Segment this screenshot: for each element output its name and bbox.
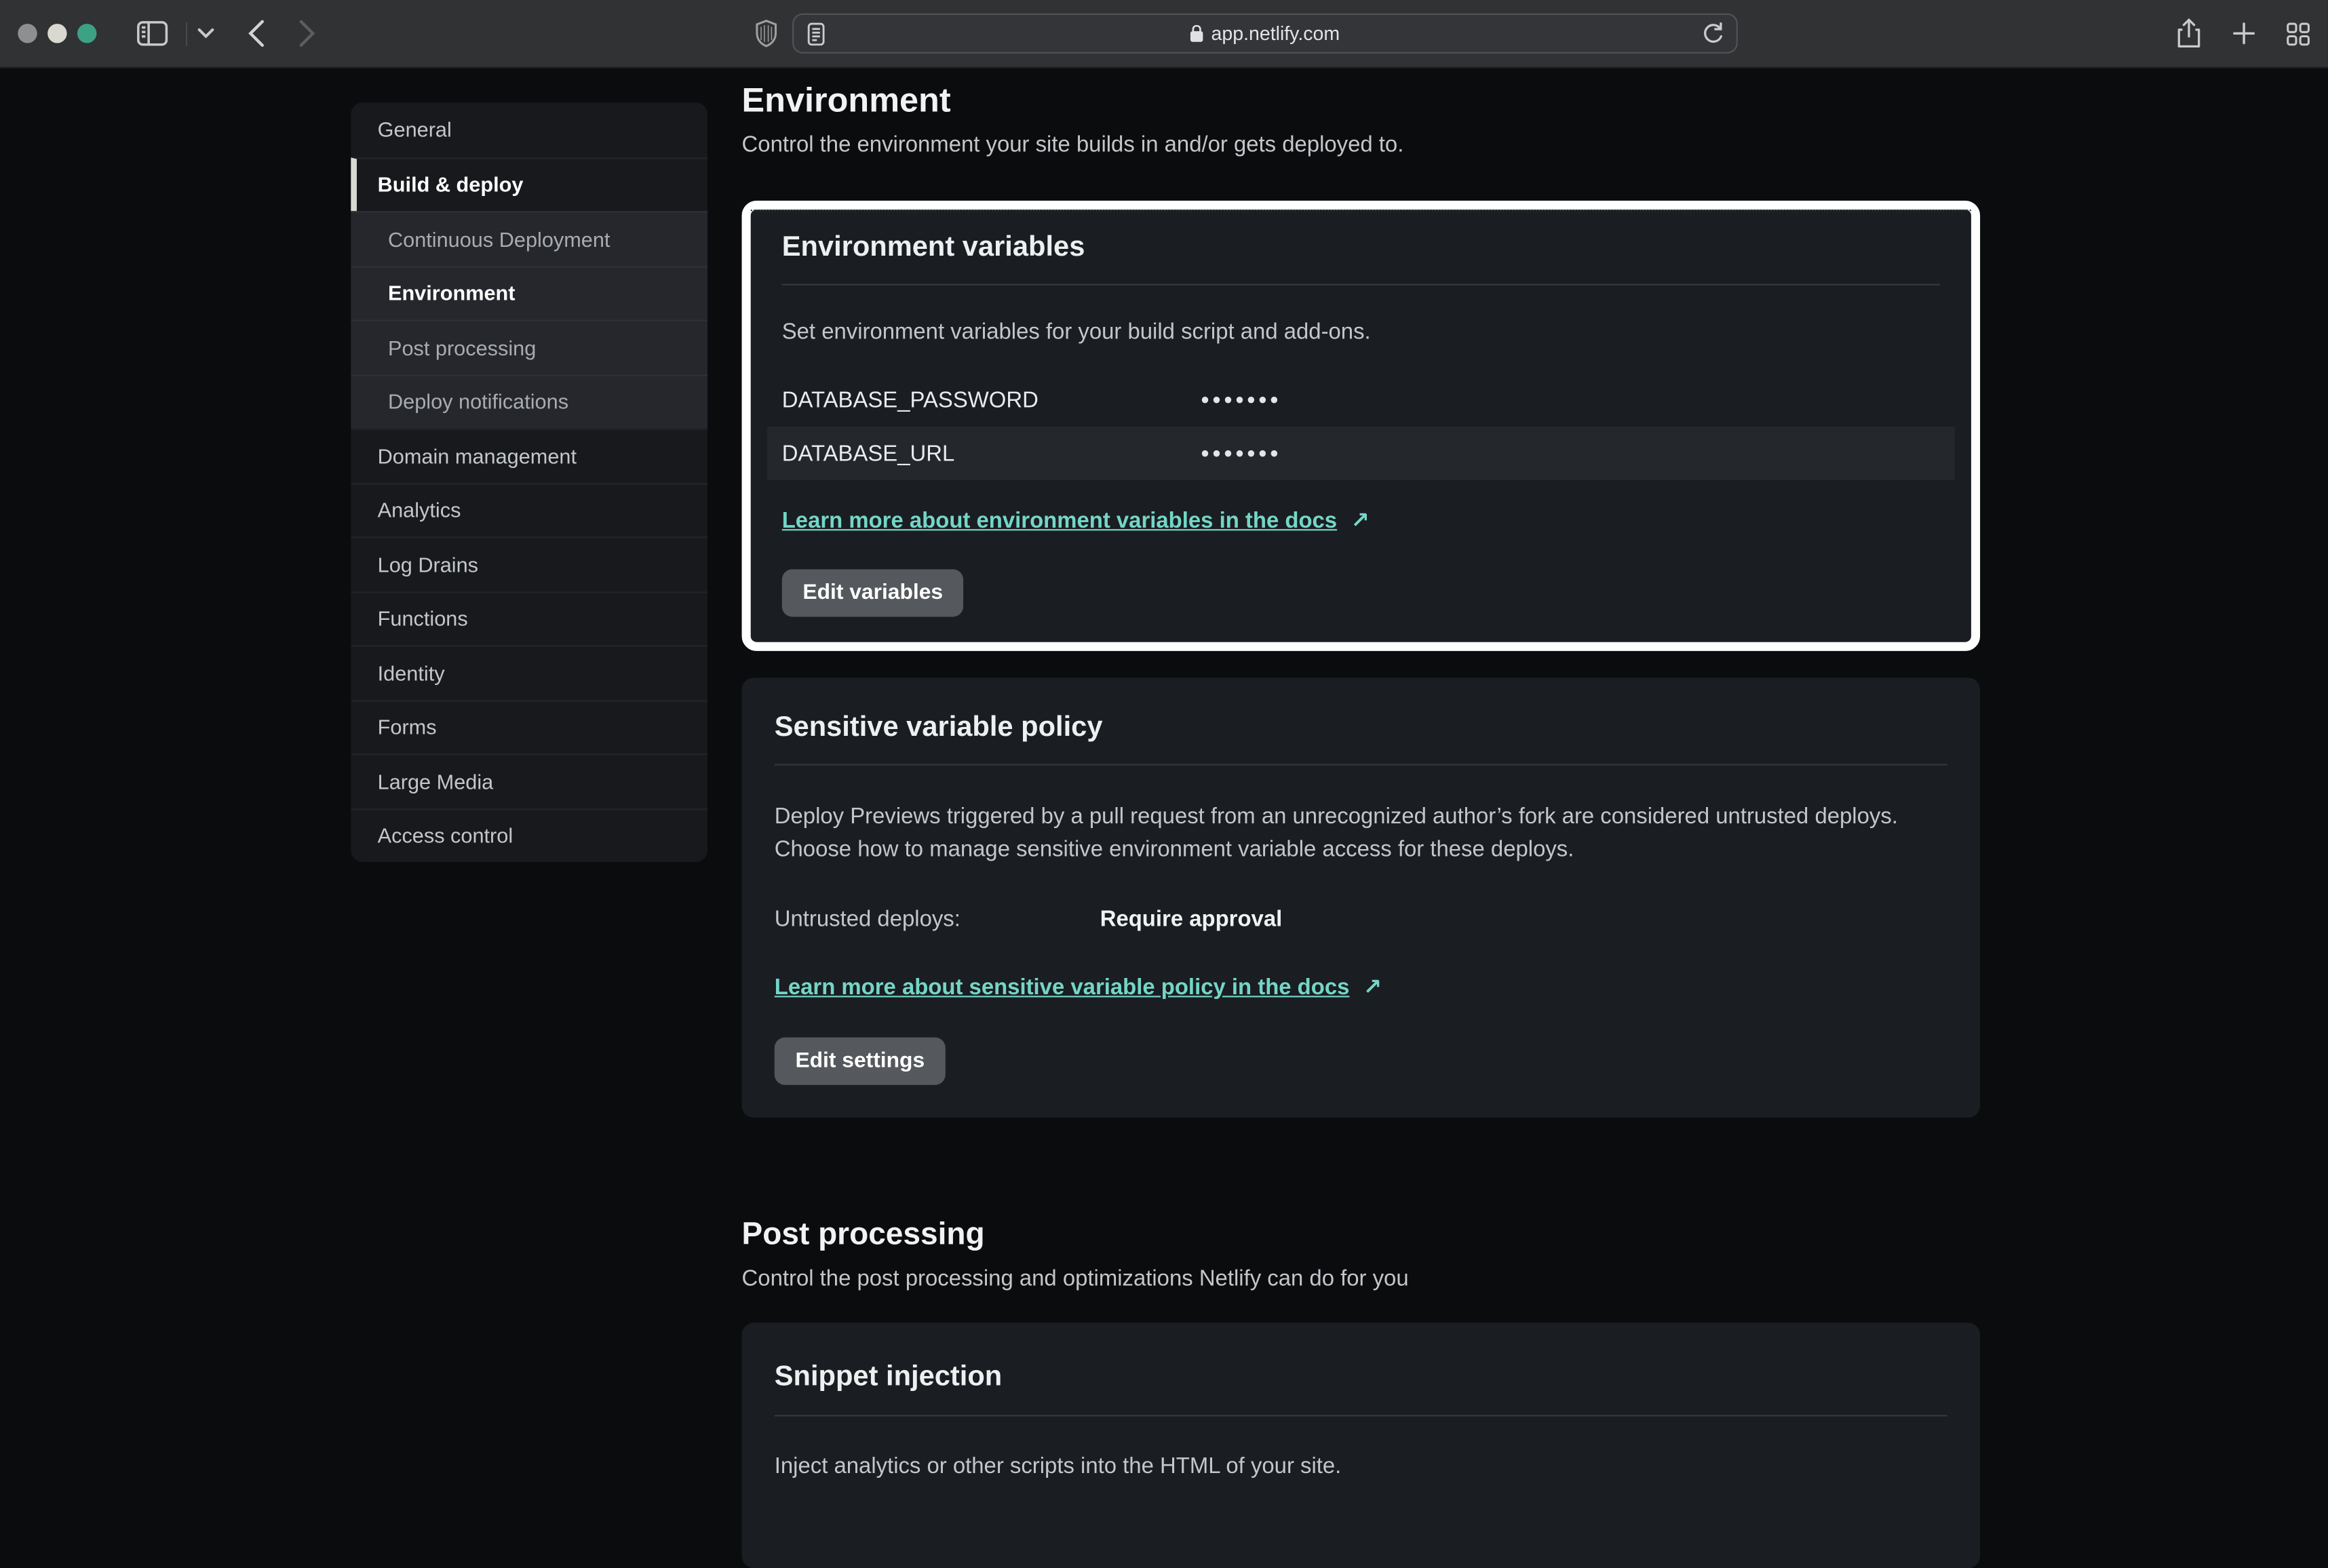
field-value: Require approval [1100, 907, 1283, 932]
tab-grid-icon [2287, 22, 2310, 45]
browser-toolbar: app.netlify.com [0, 0, 2328, 68]
untrusted-deploys-field: Untrusted deploys: Require approval [775, 907, 1947, 932]
sidebar-item-label: Access control [378, 824, 513, 848]
back-icon [248, 19, 265, 47]
field-label: Untrusted deploys: [775, 907, 1100, 932]
sidebar-item-domain-management[interactable]: Domain management [351, 428, 707, 482]
card-description: Set environment variables for your build… [782, 319, 1940, 345]
divider [775, 1415, 1947, 1416]
window-close-button[interactable] [18, 24, 37, 43]
window-controls [18, 24, 96, 43]
variable-value-masked: ••••••• [1201, 387, 1282, 412]
sidebar-item-general[interactable]: General [351, 102, 707, 157]
refresh-button[interactable] [1701, 22, 1724, 46]
sensitive-variable-policy-docs-link[interactable]: Learn more about sensitive variable poli… [775, 975, 1350, 1000]
sidebar-item-analytics[interactable]: Analytics [351, 482, 707, 536]
sidebar-item-functions[interactable]: Functions [351, 591, 707, 645]
sidebar-item-deploy-notifications[interactable]: Deploy notifications [351, 374, 707, 428]
card-description: Deploy Previews triggered by a pull requ… [775, 801, 1919, 866]
sidebar-item-label: Identity [378, 661, 445, 685]
share-icon [2176, 18, 2201, 49]
sidebar-item-label: Deploy notifications [388, 390, 568, 414]
back-button[interactable] [248, 19, 265, 47]
window-zoom-button[interactable] [77, 24, 96, 43]
snippet-injection-card: Snippet injection Inject analytics or ot… [742, 1322, 1981, 1568]
external-link-arrow-icon: ↗ [1363, 975, 1382, 1000]
sidebar-item-continuous-deployment[interactable]: Continuous Deployment [351, 211, 707, 265]
edit-settings-button[interactable]: Edit settings [775, 1038, 946, 1085]
variable-name: DATABASE_URL [782, 441, 1201, 466]
sidebar-item-build-and-deploy[interactable]: Build & deploy [351, 157, 707, 211]
sidebar-item-large-media[interactable]: Large Media [351, 753, 707, 808]
tab-overview-button[interactable] [2287, 22, 2310, 45]
screen: app.netlify.com [0, 0, 2328, 1458]
window-minimize-button[interactable] [47, 24, 66, 43]
section-subtitle-post-processing: Control the post processing and optimiza… [742, 1266, 1981, 1291]
docs-link-row: Learn more about environment variables i… [782, 507, 1940, 533]
page-title: Environment [742, 82, 1981, 119]
sidebar-item-label: Analytics [378, 498, 461, 522]
forward-button[interactable] [298, 19, 315, 47]
variable-name: DATABASE_PASSWORD [782, 387, 1201, 412]
table-row: DATABASE_PASSWORD ••••••• [767, 373, 1955, 427]
sidebar-item-environment[interactable]: Environment [351, 265, 707, 319]
chevron-down-icon [197, 28, 214, 39]
section-title-post-processing: Post processing [742, 1219, 1981, 1251]
page-subtitle: Control the environment your site builds… [742, 132, 1981, 157]
sidebar-toggle-icon [137, 21, 168, 46]
docs-link-row: Learn more about sensitive variable poli… [775, 973, 1947, 1000]
new-tab-button[interactable] [2233, 22, 2255, 45]
sidebar-item-label: Environment [388, 281, 516, 305]
sidebar-item-label: Post processing [388, 336, 536, 359]
environment-variables-table: DATABASE_PASSWORD ••••••• DATABASE_URL •… [767, 373, 1955, 480]
environment-variables-card: Environment variables Set environment va… [751, 210, 1971, 642]
sensitive-variable-policy-card: Sensitive variable policy Deploy Preview… [742, 678, 1981, 1118]
sidebar-item-label: Large Media [378, 770, 494, 793]
share-button[interactable] [2176, 18, 2201, 49]
refresh-icon [1701, 22, 1724, 46]
toolbar-separator [186, 22, 187, 45]
plus-icon [2233, 22, 2255, 45]
forward-icon [298, 19, 315, 47]
card-title: Snippet injection [775, 1361, 1947, 1392]
divider [782, 284, 1940, 286]
divider [775, 764, 1947, 765]
sidebar-item-label: Functions [378, 607, 468, 631]
sidebar-item-identity[interactable]: Identity [351, 645, 707, 699]
address-url: app.netlify.com [1211, 22, 1340, 45]
table-row: DATABASE_URL ••••••• [767, 427, 1955, 480]
sidebar-item-label: Continuous Deployment [388, 227, 610, 251]
sidebar-item-label: Forms [378, 716, 437, 739]
settings-sidebar: General Build & deploy Continuous Deploy… [351, 102, 707, 862]
variable-value-masked: ••••••• [1201, 441, 1282, 466]
environment-variables-card-highlight: Environment variables Set environment va… [742, 201, 1981, 651]
sidebar-item-label: Domain management [378, 444, 577, 468]
sidebar-item-label: General [378, 118, 452, 142]
sidebar-item-label: Log Drains [378, 553, 478, 576]
environment-variables-docs-link[interactable]: Learn more about environment variables i… [782, 508, 1337, 533]
shield-icon [754, 19, 777, 47]
sidebar-item-forms[interactable]: Forms [351, 699, 707, 753]
sidebar-item-post-processing[interactable]: Post processing [351, 319, 707, 374]
privacy-report-button[interactable] [754, 19, 777, 47]
sidebar-item-access-control[interactable]: Access control [351, 808, 707, 862]
card-title: Environment variables [782, 211, 1940, 263]
sidebar-menu-chevron-button[interactable] [197, 28, 214, 39]
address-text-group: app.netlify.com [793, 22, 1735, 45]
sidebar-toggle-button[interactable] [137, 21, 168, 46]
card-title: Sensitive variable policy [775, 712, 1947, 743]
main-content: Environment Control the environment your… [742, 68, 1981, 1568]
external-link-arrow-icon: ↗ [1351, 508, 1370, 533]
edit-variables-button[interactable]: Edit variables [782, 569, 964, 616]
sidebar-item-label: Build & deploy [378, 173, 524, 197]
lock-icon [1189, 24, 1204, 43]
sidebar-item-log-drains[interactable]: Log Drains [351, 536, 707, 591]
address-bar[interactable]: app.netlify.com [792, 14, 1737, 54]
